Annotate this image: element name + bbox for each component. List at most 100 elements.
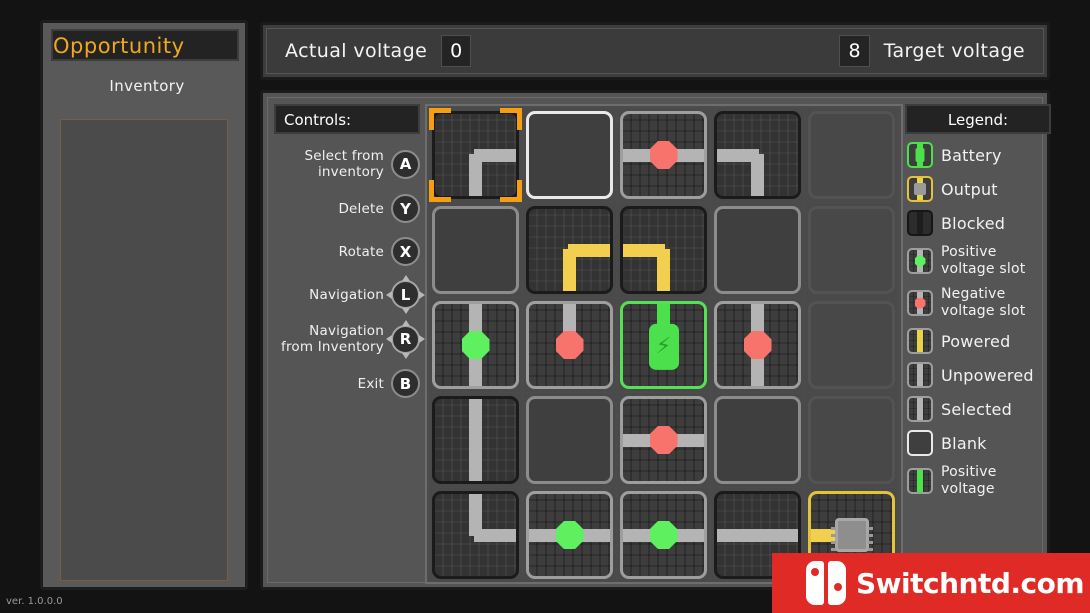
positive-voltage-slot[interactable] — [649, 521, 678, 549]
legend-row: Unpowered — [905, 362, 1051, 388]
negative-voltage-slot[interactable] — [649, 141, 678, 169]
legend-label: Positive voltage slot — [941, 244, 1026, 277]
tile-faded — [808, 301, 895, 389]
wire-segment-v — [469, 399, 482, 481]
tile-circuit — [620, 396, 707, 484]
tile-circuit-dark — [432, 396, 519, 484]
grid-cell-r1-c1[interactable] — [523, 203, 616, 297]
positive-voltage-slot[interactable] — [555, 521, 584, 549]
tile-battery: ⚡ — [620, 301, 707, 389]
grid-cell-r4-c2[interactable] — [617, 488, 710, 582]
tile-blank — [432, 206, 519, 294]
watermark-banner: Switchntd.com — [772, 553, 1090, 613]
grid-cell-r2-c3[interactable] — [711, 298, 804, 392]
grid-cell-r3-c0[interactable] — [429, 393, 522, 487]
control-label: Navigation — [309, 286, 384, 303]
blank-tile-icon — [907, 430, 933, 456]
tile-faded — [808, 206, 895, 294]
inventory-slot-list[interactable] — [60, 119, 228, 581]
grid-cell-r1-c4[interactable] — [805, 203, 898, 297]
button-letter: R — [399, 330, 412, 348]
selection-bracket — [429, 108, 451, 130]
legend-label: Negative voltage slot — [941, 286, 1026, 319]
grid-cell-r0-c0[interactable] — [429, 108, 522, 202]
inventory-label: Inventory — [109, 77, 185, 95]
legend-label: Powered — [941, 331, 1011, 351]
grid-cell-r0-c3[interactable] — [711, 108, 804, 202]
control-row-l[interactable]: Navigation L — [274, 275, 425, 314]
negative-voltage-slot[interactable] — [649, 426, 678, 454]
positive-voltage-slot[interactable] — [461, 331, 490, 359]
button-y-icon[interactable]: Y — [391, 194, 420, 223]
control-row-x[interactable]: Rotate X — [274, 237, 424, 266]
selection-bracket — [429, 180, 451, 202]
negative-voltage-slot[interactable] — [555, 331, 584, 359]
grid-cell-r2-c2[interactable]: ⚡ — [617, 298, 710, 392]
grid-cell-r0-c1[interactable] — [523, 108, 616, 202]
level-title: Opportunity — [51, 29, 239, 61]
actual-voltage-label: Actual voltage — [285, 40, 428, 62]
version-label: ver. 1.0.0.0 — [6, 596, 63, 607]
dpad-arrow-dn — [401, 308, 410, 314]
grid-cell-r4-c1[interactable] — [523, 488, 616, 582]
tile-blank — [714, 206, 801, 294]
grid-cell-r0-c4[interactable] — [805, 108, 898, 202]
legend-row: Positive voltage slot — [905, 244, 1051, 278]
control-label: Exit — [357, 375, 384, 392]
blocked-tile-icon — [907, 210, 933, 236]
board-panel: Controls: Select from inventory A Delete Y R… — [260, 90, 1051, 590]
grid-cell-r4-c0[interactable] — [429, 488, 522, 582]
tile-circuit-dark — [432, 491, 519, 579]
tile-circuit — [620, 491, 707, 579]
tile-circuit — [620, 111, 707, 199]
control-row-y[interactable]: Delete Y — [274, 194, 424, 223]
negative-voltage-slot[interactable] — [743, 331, 772, 359]
grid-cell-r1-c2[interactable] — [617, 203, 710, 297]
circuit-grid[interactable]: ⚡ — [425, 104, 903, 584]
tile-circuit-dark — [714, 111, 801, 199]
tile-faded — [808, 396, 895, 484]
grid-cell-r1-c0[interactable] — [429, 203, 522, 297]
control-label: Rotate — [338, 243, 384, 260]
grid-cell-r0-c2[interactable] — [617, 108, 710, 202]
game-screen: Opportunity Inventory Actual voltage 0 8… — [0, 0, 1090, 613]
controls-heading: Controls: — [274, 104, 420, 134]
target-voltage-label: Target voltage — [883, 40, 1025, 62]
button-a-icon[interactable]: A — [391, 149, 420, 179]
legend-label: Unpowered — [941, 365, 1034, 385]
grid-cell-r2-c4[interactable] — [805, 298, 898, 392]
button-l-icon[interactable]: L — [386, 275, 425, 314]
control-row-r[interactable]: Navigation from Inventory R — [274, 319, 425, 359]
grid-cell-r2-c0[interactable] — [429, 298, 522, 392]
grid-cell-r3-c2[interactable] — [617, 393, 710, 487]
tile-circuit-dark — [620, 206, 707, 294]
legend-label: Output — [941, 179, 998, 199]
control-row-a[interactable]: Select from inventory A — [274, 148, 424, 180]
wire-segment-hr — [568, 243, 610, 257]
button-letter: B — [399, 374, 412, 393]
legend-row: Blocked — [905, 210, 1051, 236]
controls-panel: Controls: Select from inventory A Delete Y R… — [274, 104, 425, 584]
actual-voltage-value: 0 — [441, 35, 472, 67]
battery-icon: ⚡ — [648, 315, 679, 370]
legend-panel: Legend: Battery Output Blocked Positive vol… — [905, 104, 1051, 584]
tile-circuit — [526, 301, 613, 389]
grid-cell-r2-c1[interactable] — [523, 298, 616, 392]
wire-segment-hr — [756, 528, 798, 542]
button-r-icon[interactable]: R — [386, 319, 425, 359]
button-b-icon[interactable]: B — [391, 369, 420, 398]
actual-voltage-group: Actual voltage 0 — [285, 35, 472, 67]
grid-cell-r3-c4[interactable] — [805, 393, 898, 487]
legend-label: Battery — [941, 145, 1002, 165]
button-x-icon[interactable]: X — [391, 237, 420, 266]
grid-cell-r3-c3[interactable] — [711, 393, 804, 487]
legend-label: Selected — [941, 399, 1012, 419]
grid-cell-r1-c3[interactable] — [711, 203, 804, 297]
selected-tile-icon — [907, 396, 933, 422]
grid-cell-r3-c1[interactable] — [523, 393, 616, 487]
tile-circuit — [526, 491, 613, 579]
wire-segment-vb — [657, 248, 670, 291]
control-row-b[interactable]: Exit B — [274, 369, 424, 398]
tile-circuit — [432, 301, 519, 389]
legend-row: Selected — [905, 396, 1051, 422]
